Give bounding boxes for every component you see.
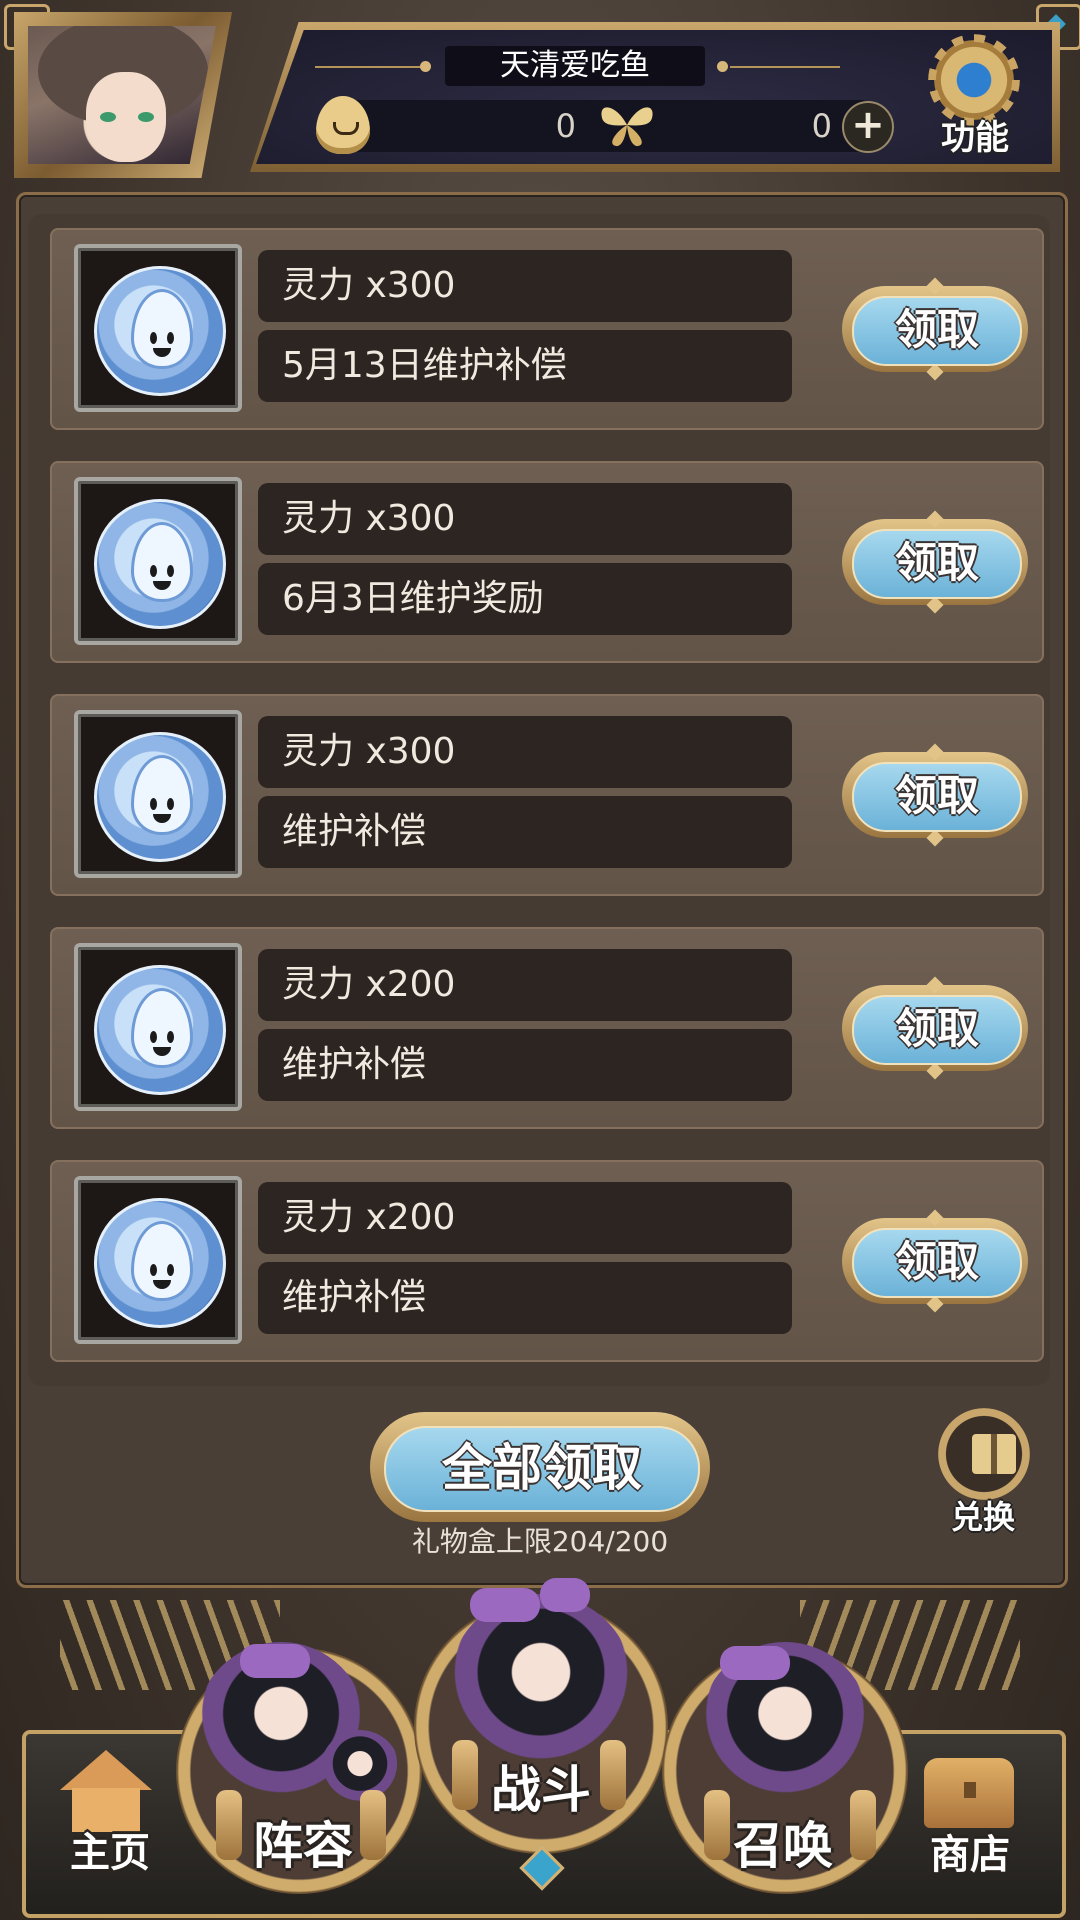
- treasure-chest-icon[interactable]: [924, 1758, 1014, 1828]
- reward-description: 5月13日维护补偿: [258, 330, 792, 402]
- claim-button[interactable]: 领取: [842, 976, 1028, 1080]
- bow-ornament: [470, 1588, 540, 1622]
- spirit-coin-icon: [94, 499, 226, 629]
- claim-button[interactable]: 领取: [842, 277, 1028, 381]
- claim-all-button[interactable]: 全部领取: [370, 1412, 710, 1522]
- gear-icon: [934, 40, 1014, 120]
- currency-b-value: 0: [811, 107, 832, 145]
- reward-item-frame[interactable]: [74, 710, 242, 878]
- reward-row: 灵力 x300 5月13日维护补偿 领取: [50, 228, 1044, 430]
- reward-item-frame[interactable]: [74, 943, 242, 1111]
- spirit-coin-icon: [94, 965, 226, 1095]
- claim-button-label: 领取: [852, 1228, 1022, 1298]
- divider-dot: [717, 61, 728, 72]
- bow-ornament: [240, 1644, 310, 1678]
- function-label: 功能: [941, 118, 1009, 158]
- exchange-circle: [938, 1408, 1030, 1500]
- reward-item-frame[interactable]: [74, 1176, 242, 1344]
- reward-row: 灵力 x200 维护补偿 领取: [50, 927, 1044, 1129]
- reward-description: 6月3日维护奖励: [258, 563, 792, 635]
- nav-shop[interactable]: 商店: [910, 1822, 1030, 1880]
- reward-title: 灵力 x200: [258, 1182, 792, 1254]
- spirit-coin-icon: [94, 732, 226, 862]
- player-name: 天清爱吃鱼: [445, 46, 705, 86]
- claim-button-label: 领取: [852, 296, 1022, 366]
- divider: [730, 66, 840, 68]
- spirit-coin-icon: [94, 1198, 226, 1328]
- claim-button-label: 领取: [852, 995, 1022, 1065]
- nav-battle[interactable]: 战斗: [466, 1750, 616, 1822]
- bow-ornament: [540, 1578, 590, 1612]
- nav-summon[interactable]: 召唤: [708, 1806, 858, 1878]
- function-button[interactable]: 功能: [920, 40, 1040, 160]
- nav-home[interactable]: 主页: [50, 1820, 170, 1878]
- claim-button-label: 领取: [852, 529, 1022, 599]
- top-bar: 天清爱吃鱼 0 0 + 功能: [0, 0, 1080, 180]
- gift-box-icon: [972, 1434, 1016, 1474]
- claim-button[interactable]: 领取: [842, 1209, 1028, 1313]
- reward-item-frame[interactable]: [74, 244, 242, 412]
- reward-title: 灵力 x300: [258, 250, 792, 322]
- reward-description: 维护补偿: [258, 796, 792, 868]
- reward-row: 灵力 x200 维护补偿 领取: [50, 1160, 1044, 1362]
- reward-row: 灵力 x300 6月3日维护奖励 领取: [50, 461, 1044, 663]
- reward-title: 灵力 x300: [258, 716, 792, 788]
- claim-button-label: 领取: [852, 762, 1022, 832]
- nav-lineup[interactable]: 阵容: [228, 1806, 378, 1878]
- currency-a-value: 0: [555, 107, 576, 145]
- reward-description: 维护补偿: [258, 1029, 792, 1101]
- avatar[interactable]: [28, 26, 216, 164]
- butterfly-icon: [601, 107, 653, 147]
- reward-title: 灵力 x200: [258, 949, 792, 1021]
- reward-row: 灵力 x300 维护补偿 领取: [50, 694, 1044, 896]
- plus-icon[interactable]: +: [842, 101, 894, 153]
- claim-button[interactable]: 领取: [842, 510, 1028, 614]
- divider-dot: [420, 61, 431, 72]
- gift-limit-text: 礼物盒上限204/200: [411, 1525, 669, 1558]
- reward-item-frame[interactable]: [74, 477, 242, 645]
- claim-button[interactable]: 领取: [842, 743, 1028, 847]
- claim-all-label: 全部领取: [384, 1426, 700, 1512]
- house-icon[interactable]: [60, 1750, 152, 1832]
- bow-ornament: [720, 1646, 790, 1680]
- reward-description: 维护补偿: [258, 1262, 792, 1334]
- divider: [315, 66, 425, 68]
- spirit-coin-icon: [94, 266, 226, 396]
- reward-title: 灵力 x300: [258, 483, 792, 555]
- exchange-button[interactable]: 兑换: [928, 1408, 1038, 1538]
